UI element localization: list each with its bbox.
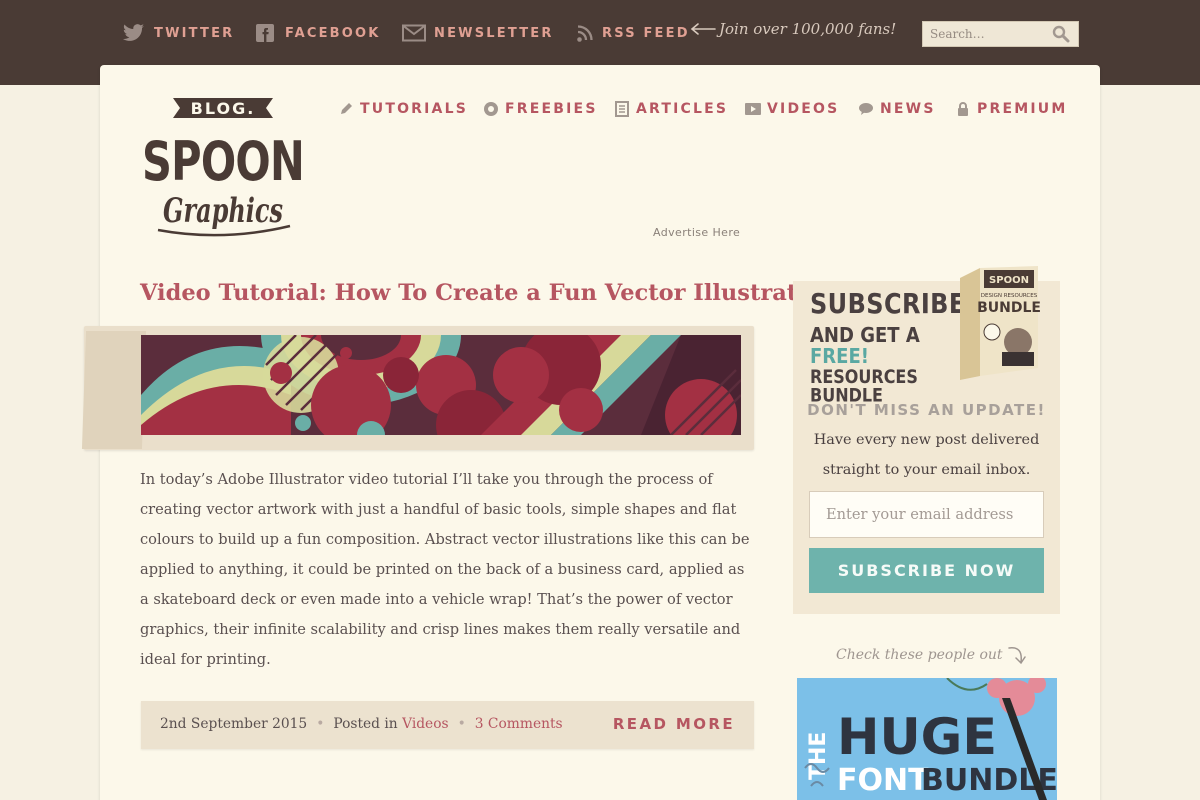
search-icon[interactable]: [1048, 22, 1074, 46]
nav-freebies[interactable]: FREEBIES: [483, 99, 598, 119]
speech-bubble-icon: [858, 101, 874, 117]
meta-separator: •: [457, 716, 466, 732]
check-these-note: Check these people out: [836, 644, 1029, 666]
post-meta-bar: 2nd September 2015 • Posted in Videos • 3 Co…: [141, 701, 754, 749]
lock-icon: [955, 101, 971, 117]
ad-the-text: THE: [806, 732, 831, 780]
bundle-brand-text: SPOON: [989, 275, 1029, 286]
subscribe-description: Have every new post delivered straight t…: [813, 432, 1040, 478]
post-excerpt: In today’s Adobe Illustrator video tutor…: [140, 471, 750, 668]
meta-separator: •: [316, 716, 325, 732]
rss-label: RSS FEED: [602, 25, 690, 41]
nav-premium-label: PREMIUM: [977, 101, 1068, 117]
subscribe-headline-line1: SUBSCRIBE: [810, 287, 966, 320]
arrow-down-curve-icon: [1007, 647, 1026, 665]
nav-news-label: NEWS: [880, 101, 936, 117]
nav-videos[interactable]: VIDEOS: [745, 99, 839, 119]
facebook-link[interactable]: FACEBOOK: [253, 22, 381, 44]
nav-videos-label: VIDEOS: [767, 101, 840, 117]
pencil-icon: [338, 101, 354, 117]
envelope-icon: [402, 23, 426, 43]
rss-link[interactable]: RSS FEED: [576, 22, 690, 44]
nav-news[interactable]: NEWS: [858, 99, 936, 119]
nav-premium[interactable]: PREMIUM: [955, 99, 1067, 119]
comments-link[interactable]: 3 Comments: [475, 716, 563, 732]
newsletter-link[interactable]: NEWSLETTER: [402, 22, 554, 44]
post-meta: 2nd September 2015 • Posted in Videos • 3 Co…: [160, 716, 563, 732]
video-icon: [745, 101, 761, 117]
nav-freebies-label: FREEBIES: [505, 101, 598, 117]
fans-note: Join over 100,000 fans!: [690, 20, 896, 38]
logo-blog-text: BLOG.: [191, 99, 256, 118]
ad-font-text: FONT: [837, 763, 929, 798]
ad-huge-text: HUGE: [837, 708, 997, 766]
fans-note-text: Join over 100,000 fans!: [719, 20, 897, 38]
logo-spoon-text: SPOON: [142, 130, 304, 193]
banner-tape: [81, 331, 147, 449]
nav-tutorials[interactable]: TUTORIALS: [338, 99, 468, 119]
nav-articles-label: ARTICLES: [636, 101, 729, 117]
category-link[interactable]: Videos: [402, 716, 449, 732]
posted-in-label: Posted in: [333, 716, 398, 732]
subscribe-headline: SUBSCRIBE AND GET A FREE! RESOURCES BUND…: [810, 287, 966, 404]
bundle-title-text: BUNDLE: [977, 300, 1041, 316]
document-icon: [614, 101, 630, 117]
post-banner-image[interactable]: [141, 335, 741, 435]
advertise-link[interactable]: Advertise Here: [653, 226, 740, 239]
nav-articles[interactable]: ARTICLES: [614, 99, 728, 119]
search-box: [922, 21, 1079, 47]
site-logo[interactable]: BLOG. SPOON Graphics: [140, 92, 306, 242]
rss-icon: [576, 23, 594, 43]
logo-graphics-text: Graphics: [163, 191, 283, 231]
gift-icon: [483, 101, 499, 117]
subscribe-headline-line2: AND GET A FREE!: [810, 325, 960, 367]
email-field[interactable]: [809, 491, 1044, 538]
arrow-left-icon: [690, 23, 716, 35]
bundle-subtitle-text: DESIGN RESOURCES: [981, 293, 1038, 299]
facebook-icon: [253, 23, 277, 43]
twitter-label: TWITTER: [154, 25, 235, 41]
read-more-link[interactable]: READ MORE: [613, 715, 735, 733]
search-input[interactable]: [923, 22, 1048, 46]
dont-miss-heading: DON'T MISS AN UPDATE!: [807, 401, 1046, 419]
twitter-link[interactable]: TWITTER: [122, 22, 234, 44]
newsletter-label: NEWSLETTER: [434, 25, 554, 41]
post-date: 2nd September 2015: [160, 716, 308, 732]
nav-tutorials-label: TUTORIALS: [360, 101, 468, 117]
post-title[interactable]: Video Tutorial: How To Create a Fun Vect…: [140, 280, 837, 306]
twitter-icon: [122, 23, 146, 43]
subscribe-headline-line3: RESOURCES BUNDLE: [810, 365, 918, 406]
facebook-label: FACEBOOK: [285, 25, 381, 41]
font-bundle-ad[interactable]: THE HUGE FONT BUNDLE: [797, 678, 1057, 800]
check-these-text: Check these people out: [836, 647, 1003, 663]
subscribe-button[interactable]: SUBSCRIBE NOW: [809, 548, 1044, 593]
resources-bundle-image: SPOON DESIGN RESOURCES BUNDLE: [958, 264, 1042, 380]
